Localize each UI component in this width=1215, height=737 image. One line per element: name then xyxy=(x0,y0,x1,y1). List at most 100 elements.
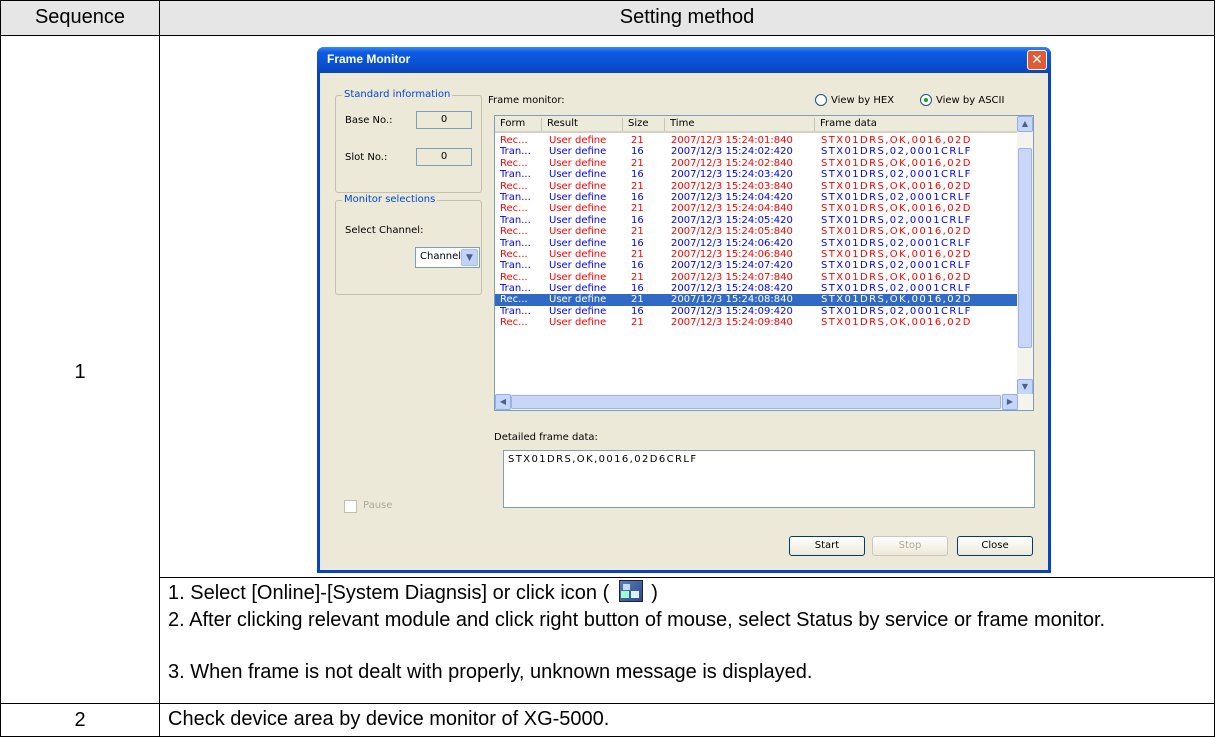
frame-cell-size: 21 xyxy=(631,157,644,169)
close-icon[interactable]: ✕ xyxy=(1027,50,1047,70)
start-button[interactable]: Start xyxy=(789,536,865,556)
frame-row[interactable]: Rec... User define 21 2007/12/3 15:24:07:84… xyxy=(495,272,1018,283)
pause-label: Pause xyxy=(363,500,393,511)
header-sequence: Sequence xyxy=(34,6,126,28)
frame-rows: Rec... User define 21 2007/12/3 15:24:01:84… xyxy=(495,135,1018,329)
frame-row[interactable]: Tran... User define 16 2007/12/3 15:24:06:4… xyxy=(495,238,1018,249)
frame-row[interactable]: Tran... User define 16 2007/12/3 15:24:04:4… xyxy=(495,192,1018,203)
column-header-time[interactable]: Time xyxy=(665,118,815,131)
frame-cell-time: 2007/12/3 15:24:06:420 xyxy=(671,237,793,249)
frame-row[interactable]: Rec... User define 21 2007/12/3 15:24:08:84… xyxy=(495,294,1018,306)
monitor-selections-title: Monitor selections xyxy=(342,194,438,205)
scroll-down-icon[interactable]: ▼ xyxy=(1017,379,1033,395)
frame-cell-data: STX01DRS,OK,0016,02D xyxy=(821,248,972,260)
frame-list[interactable]: Form Result Size Time Frame data Rec... U… xyxy=(494,115,1034,411)
step-1-text: 1. Select [Online]-[System Diagnsis] or … xyxy=(168,582,610,604)
horizontal-scroll-thumb[interactable] xyxy=(511,395,1001,409)
frame-row[interactable]: Tran... User define 16 2007/12/3 15:24:05:4… xyxy=(495,215,1018,226)
pause-checkbox[interactable] xyxy=(344,500,357,513)
frame-monitor-label: Frame monitor: xyxy=(488,95,565,106)
frame-cell-data: STX01DRS,02,0001CRLF xyxy=(821,146,972,158)
frame-row[interactable]: Rec... User define 21 2007/12/3 15:24:05:84… xyxy=(495,226,1018,237)
frame-cell-time: 2007/12/3 15:24:04:840 xyxy=(671,203,793,215)
frame-cell-data: STX01DRS,02,0001CRLF xyxy=(821,283,972,295)
column-header-frame-data[interactable]: Frame data xyxy=(815,118,1018,131)
frame-row[interactable]: Rec... User define 21 2007/12/3 15:24:04:84… xyxy=(495,203,1018,214)
frame-cell-result: User define xyxy=(549,169,607,181)
frame-row[interactable]: Tran... User define 16 2007/12/3 15:24:03:4… xyxy=(495,169,1018,180)
frame-cell-result: User define xyxy=(549,135,607,146)
vertical-scrollbar[interactable]: ▲ ▼ xyxy=(1017,116,1033,395)
frame-cell-size: 16 xyxy=(631,146,644,158)
row1-steps-cell: 1. Select [Online]-[System Diagnsis] or … xyxy=(159,577,1215,704)
frame-cell-form: Rec... xyxy=(500,271,528,283)
chevron-down-icon[interactable]: ▼ xyxy=(461,249,478,266)
frame-cell-form: Tran... xyxy=(500,260,531,272)
frame-cell-form: Tran... xyxy=(500,169,531,181)
system-diagnosis-icon xyxy=(619,580,644,602)
frame-cell-form: Tran... xyxy=(500,146,531,158)
frame-cell-size: 21 xyxy=(631,317,644,329)
view-by-ascii-radio[interactable] xyxy=(920,94,932,106)
frame-row[interactable]: Rec... User define 21 2007/12/3 15:24:01:84… xyxy=(495,135,1018,146)
frame-cell-data: STX01DRS,02,0001CRLF xyxy=(821,305,972,317)
column-header-form[interactable]: Form xyxy=(495,118,542,131)
frame-cell-time: 2007/12/3 15:24:05:420 xyxy=(671,214,793,226)
step-2: 2. After clicking relevant module and cl… xyxy=(168,609,1106,631)
row2-sequence-cell: 2 xyxy=(0,703,160,737)
frame-cell-size: 21 xyxy=(631,135,644,146)
column-header-result[interactable]: Result xyxy=(542,118,623,131)
scroll-up-icon[interactable]: ▲ xyxy=(1017,116,1033,132)
view-by-hex-radio[interactable] xyxy=(815,94,827,106)
frame-cell-result: User define xyxy=(549,248,607,260)
frame-row[interactable]: Rec... User define 21 2007/12/3 15:24:09:84… xyxy=(495,317,1018,328)
frame-cell-data: STX01DRS,02,0001CRLF xyxy=(821,237,972,249)
frame-list-header: Form Result Size Time Frame data xyxy=(495,116,1018,133)
frame-row[interactable]: Tran... User define 16 2007/12/3 15:24:08:4… xyxy=(495,283,1018,294)
step-1-suffix: ) xyxy=(651,582,658,604)
frame-cell-size: 21 xyxy=(631,248,644,260)
scroll-left-icon[interactable]: ◀ xyxy=(495,394,511,410)
frame-cell-size: 21 xyxy=(631,271,644,283)
row2-method-text: Check device area by device monitor of X… xyxy=(168,708,610,730)
frame-cell-result: User define xyxy=(549,283,607,295)
frame-cell-form: Rec... xyxy=(500,157,528,169)
frame-row[interactable]: Tran... User define 16 2007/12/3 15:24:07:4… xyxy=(495,260,1018,271)
frame-cell-form: Tran... xyxy=(500,237,531,249)
frame-row[interactable]: Rec... User define 21 2007/12/3 15:24:03:84… xyxy=(495,181,1018,192)
header-sequence-cell: Sequence xyxy=(0,0,160,36)
frame-cell-time: 2007/12/3 15:24:09:840 xyxy=(671,317,793,329)
frame-cell-time: 2007/12/3 15:24:03:840 xyxy=(671,180,793,192)
window-titlebar[interactable]: Frame Monitor ✕ xyxy=(317,47,1051,73)
frame-cell-form: Tran... xyxy=(500,283,531,295)
column-header-size[interactable]: Size xyxy=(623,118,665,131)
frame-cell-form: Tran... xyxy=(500,191,531,203)
monitor-selections-group: Monitor selections Select Channel: Chann… xyxy=(335,194,482,295)
channel-select[interactable]: Channel 2 ▼ xyxy=(415,247,480,268)
frame-cell-result: User define xyxy=(549,226,607,238)
frame-cell-form: Tran... xyxy=(500,305,531,317)
frame-row[interactable]: Tran... User define 16 2007/12/3 15:24:02:4… xyxy=(495,146,1018,157)
view-by-hex-label[interactable]: View by HEX xyxy=(831,95,894,106)
frame-cell-form: Rec... xyxy=(500,226,528,238)
vertical-scroll-thumb[interactable] xyxy=(1018,148,1032,348)
step-3: 3. When frame is not dealt with properly… xyxy=(168,661,813,683)
frame-cell-size: 16 xyxy=(631,191,644,203)
standard-information-title: Standard information xyxy=(342,89,453,100)
header-setting-method-cell: Setting method xyxy=(159,0,1215,36)
detailed-frame-data-field[interactable]: STX01DRS,OK,0016,02D6CRLF xyxy=(503,450,1035,508)
frame-cell-form: Rec... xyxy=(500,135,528,146)
horizontal-scrollbar[interactable]: ◀ ▶ xyxy=(495,394,1033,410)
frame-row[interactable]: Tran... User define 16 2007/12/3 15:24:09:4… xyxy=(495,306,1018,317)
view-by-ascii-label[interactable]: View by ASCII xyxy=(936,95,1004,106)
frame-cell-form: Rec... xyxy=(500,203,528,215)
frame-cell-size: 21 xyxy=(631,226,644,238)
frame-row[interactable]: Rec... User define 21 2007/12/3 15:24:02:84… xyxy=(495,158,1018,169)
frame-cell-size: 16 xyxy=(631,283,644,295)
header-setting-method: Setting method xyxy=(619,6,755,28)
frame-row[interactable]: Rec... User define 21 2007/12/3 15:24:06:84… xyxy=(495,249,1018,260)
frame-cell-result: User define xyxy=(549,214,607,226)
stop-button[interactable]: Stop xyxy=(872,536,948,556)
scroll-right-icon[interactable]: ▶ xyxy=(1002,394,1018,410)
close-button[interactable]: Close xyxy=(957,536,1033,556)
